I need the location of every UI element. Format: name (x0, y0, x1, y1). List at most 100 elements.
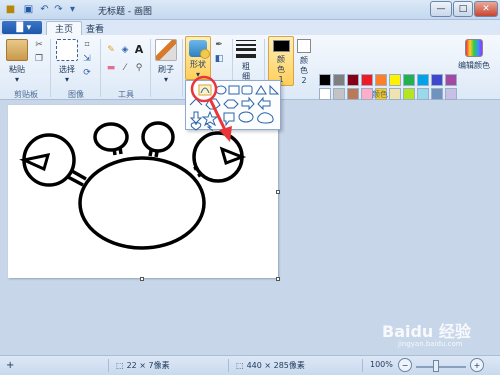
eraser-icon[interactable]: ▬ (106, 63, 116, 73)
resize-handle-bottom[interactable] (140, 277, 144, 281)
status-divider (362, 359, 363, 372)
canvas-size-icon: ⬚ (236, 361, 244, 370)
rainbow-palette-icon (465, 39, 483, 57)
brushes-button[interactable]: 刷子 ▾ (155, 39, 177, 84)
shapes-label: 形状 (190, 60, 206, 69)
status-divider (228, 359, 229, 372)
select-label: 选择 (59, 65, 75, 74)
palette-swatch[interactable] (319, 88, 331, 100)
customize-quick-access-icon[interactable]: ▾ (66, 3, 79, 16)
minimize-button[interactable]: — (430, 1, 452, 17)
color2-button[interactable]: 颜色 2 (297, 39, 311, 86)
baidu-watermark-url: jingyan.baidu.com (398, 340, 463, 348)
zoom-out-button[interactable]: − (398, 358, 412, 372)
palette-swatch[interactable] (403, 74, 415, 86)
palette-swatch[interactable] (389, 88, 401, 100)
cloud-shape-icon (257, 112, 274, 124)
palette-swatch[interactable] (445, 74, 457, 86)
save-icon[interactable]: ▣ (22, 3, 35, 16)
color2-label: 颜色 2 (300, 56, 308, 85)
cut-icon[interactable]: ✂ (34, 40, 44, 50)
magnifier-icon[interactable]: ⚲ (134, 63, 144, 73)
palette-swatch[interactable] (361, 74, 373, 86)
image-size: ⬚ 440 × 285像素 (236, 360, 305, 371)
palette-swatch[interactable] (431, 88, 443, 100)
paste-label: 粘贴 (9, 65, 25, 74)
clipboard-group-label: 剪贴板 (14, 90, 38, 99)
palette-swatch[interactable] (431, 74, 443, 86)
rotate-icon[interactable]: ⟳ (82, 68, 92, 78)
crosshair-icon: + (6, 360, 15, 371)
ribbon-tabs: ▐▌▾ 主页 查看 (0, 20, 500, 35)
triangle-shape-icon (255, 85, 267, 95)
shapes-icon-circle (200, 49, 210, 59)
tab-home[interactable]: 主页 (46, 21, 83, 35)
select-rectangle-icon (56, 39, 78, 61)
redo-icon[interactable]: ↷ (52, 3, 65, 16)
undo-icon[interactable]: ↶ (38, 3, 51, 16)
palette-swatch[interactable] (347, 88, 359, 100)
palette-swatch[interactable] (319, 74, 331, 86)
color1-swatch (272, 40, 290, 52)
close-button[interactable]: ✕ (474, 1, 498, 17)
palette-swatch[interactable] (403, 88, 415, 100)
line-size-icon (236, 39, 256, 59)
palette-swatch[interactable] (417, 74, 429, 86)
text-icon[interactable]: A (134, 43, 144, 56)
resize-handle-corner[interactable] (276, 277, 280, 281)
left-arrow-shape-icon (257, 96, 271, 111)
cursor-position: ⬚ 22 × 7像素 (116, 360, 170, 371)
fill-style-icon[interactable]: ◧ (214, 54, 224, 64)
resize-icon[interactable]: ⇲ (82, 54, 92, 64)
maximize-button[interactable]: □ (453, 1, 473, 17)
zoom-slider-thumb[interactable] (433, 360, 439, 372)
palette-swatch[interactable] (445, 88, 457, 100)
group-divider (150, 39, 151, 97)
palette-swatch[interactable] (417, 88, 429, 100)
pencil-icon[interactable]: ✎ (106, 45, 116, 55)
brush-icon (155, 39, 177, 61)
tab-view[interactable]: 查看 (78, 21, 112, 35)
paste-button[interactable]: 粘贴 ▾ (6, 39, 28, 84)
window-title: 无标题 - 画图 (98, 7, 152, 17)
status-bar: + ⬚ 22 × 7像素 ⬚ 440 × 285像素 100% − + (0, 355, 500, 375)
brushes-label: 刷子 (158, 65, 174, 74)
palette-swatch[interactable] (333, 74, 345, 86)
chevron-down-icon: ▾ (163, 75, 168, 84)
annotation-arrow-head (219, 126, 232, 142)
color-picker-icon[interactable]: ⁄ (120, 63, 130, 73)
highlight-circle (190, 75, 218, 103)
image-group-label: 图像 (68, 90, 84, 99)
right-eye (141, 121, 175, 153)
zoom-slider-track[interactable] (416, 366, 466, 368)
selection-size-icon: ⬚ (116, 361, 124, 370)
group-divider (50, 39, 51, 97)
edit-colors-label: 编辑颜色 (458, 61, 490, 70)
paint-app-icon[interactable]: ■ (4, 3, 17, 16)
edit-colors-button[interactable]: 编辑颜色 (458, 39, 490, 71)
palette-swatch[interactable] (347, 74, 359, 86)
color1-button[interactable]: 颜色 1 (268, 36, 294, 86)
palette-swatch[interactable] (333, 88, 345, 100)
copy-icon[interactable]: ❐ (34, 54, 44, 64)
zoom-in-button[interactable]: + (470, 358, 484, 372)
resize-handle-right[interactable] (276, 190, 280, 194)
outline-icon[interactable]: ✒ (214, 40, 224, 50)
clipboard-icon (6, 39, 28, 61)
fill-icon[interactable]: ◈ (120, 45, 130, 55)
select-button[interactable]: 选择 ▾ (56, 39, 78, 84)
annotation-arrow-line (208, 98, 228, 133)
crab-body (78, 156, 206, 250)
status-divider (108, 359, 109, 372)
chevron-down-icon: ▾ (64, 75, 69, 84)
colors-group-label: 颜色 (372, 90, 388, 99)
zoom-level: 100% (370, 360, 393, 369)
left-eye (93, 122, 129, 152)
palette-swatch[interactable] (375, 74, 387, 86)
file-menu-button[interactable]: ▐▌▾ (2, 21, 42, 34)
image-size-text: 440 × 285像素 (246, 361, 305, 370)
baidu-watermark: Baidu 经验 (382, 322, 471, 341)
palette-swatch[interactable] (389, 74, 401, 86)
crop-icon[interactable]: ⌗ (82, 40, 92, 50)
shapes-icon (189, 40, 210, 59)
